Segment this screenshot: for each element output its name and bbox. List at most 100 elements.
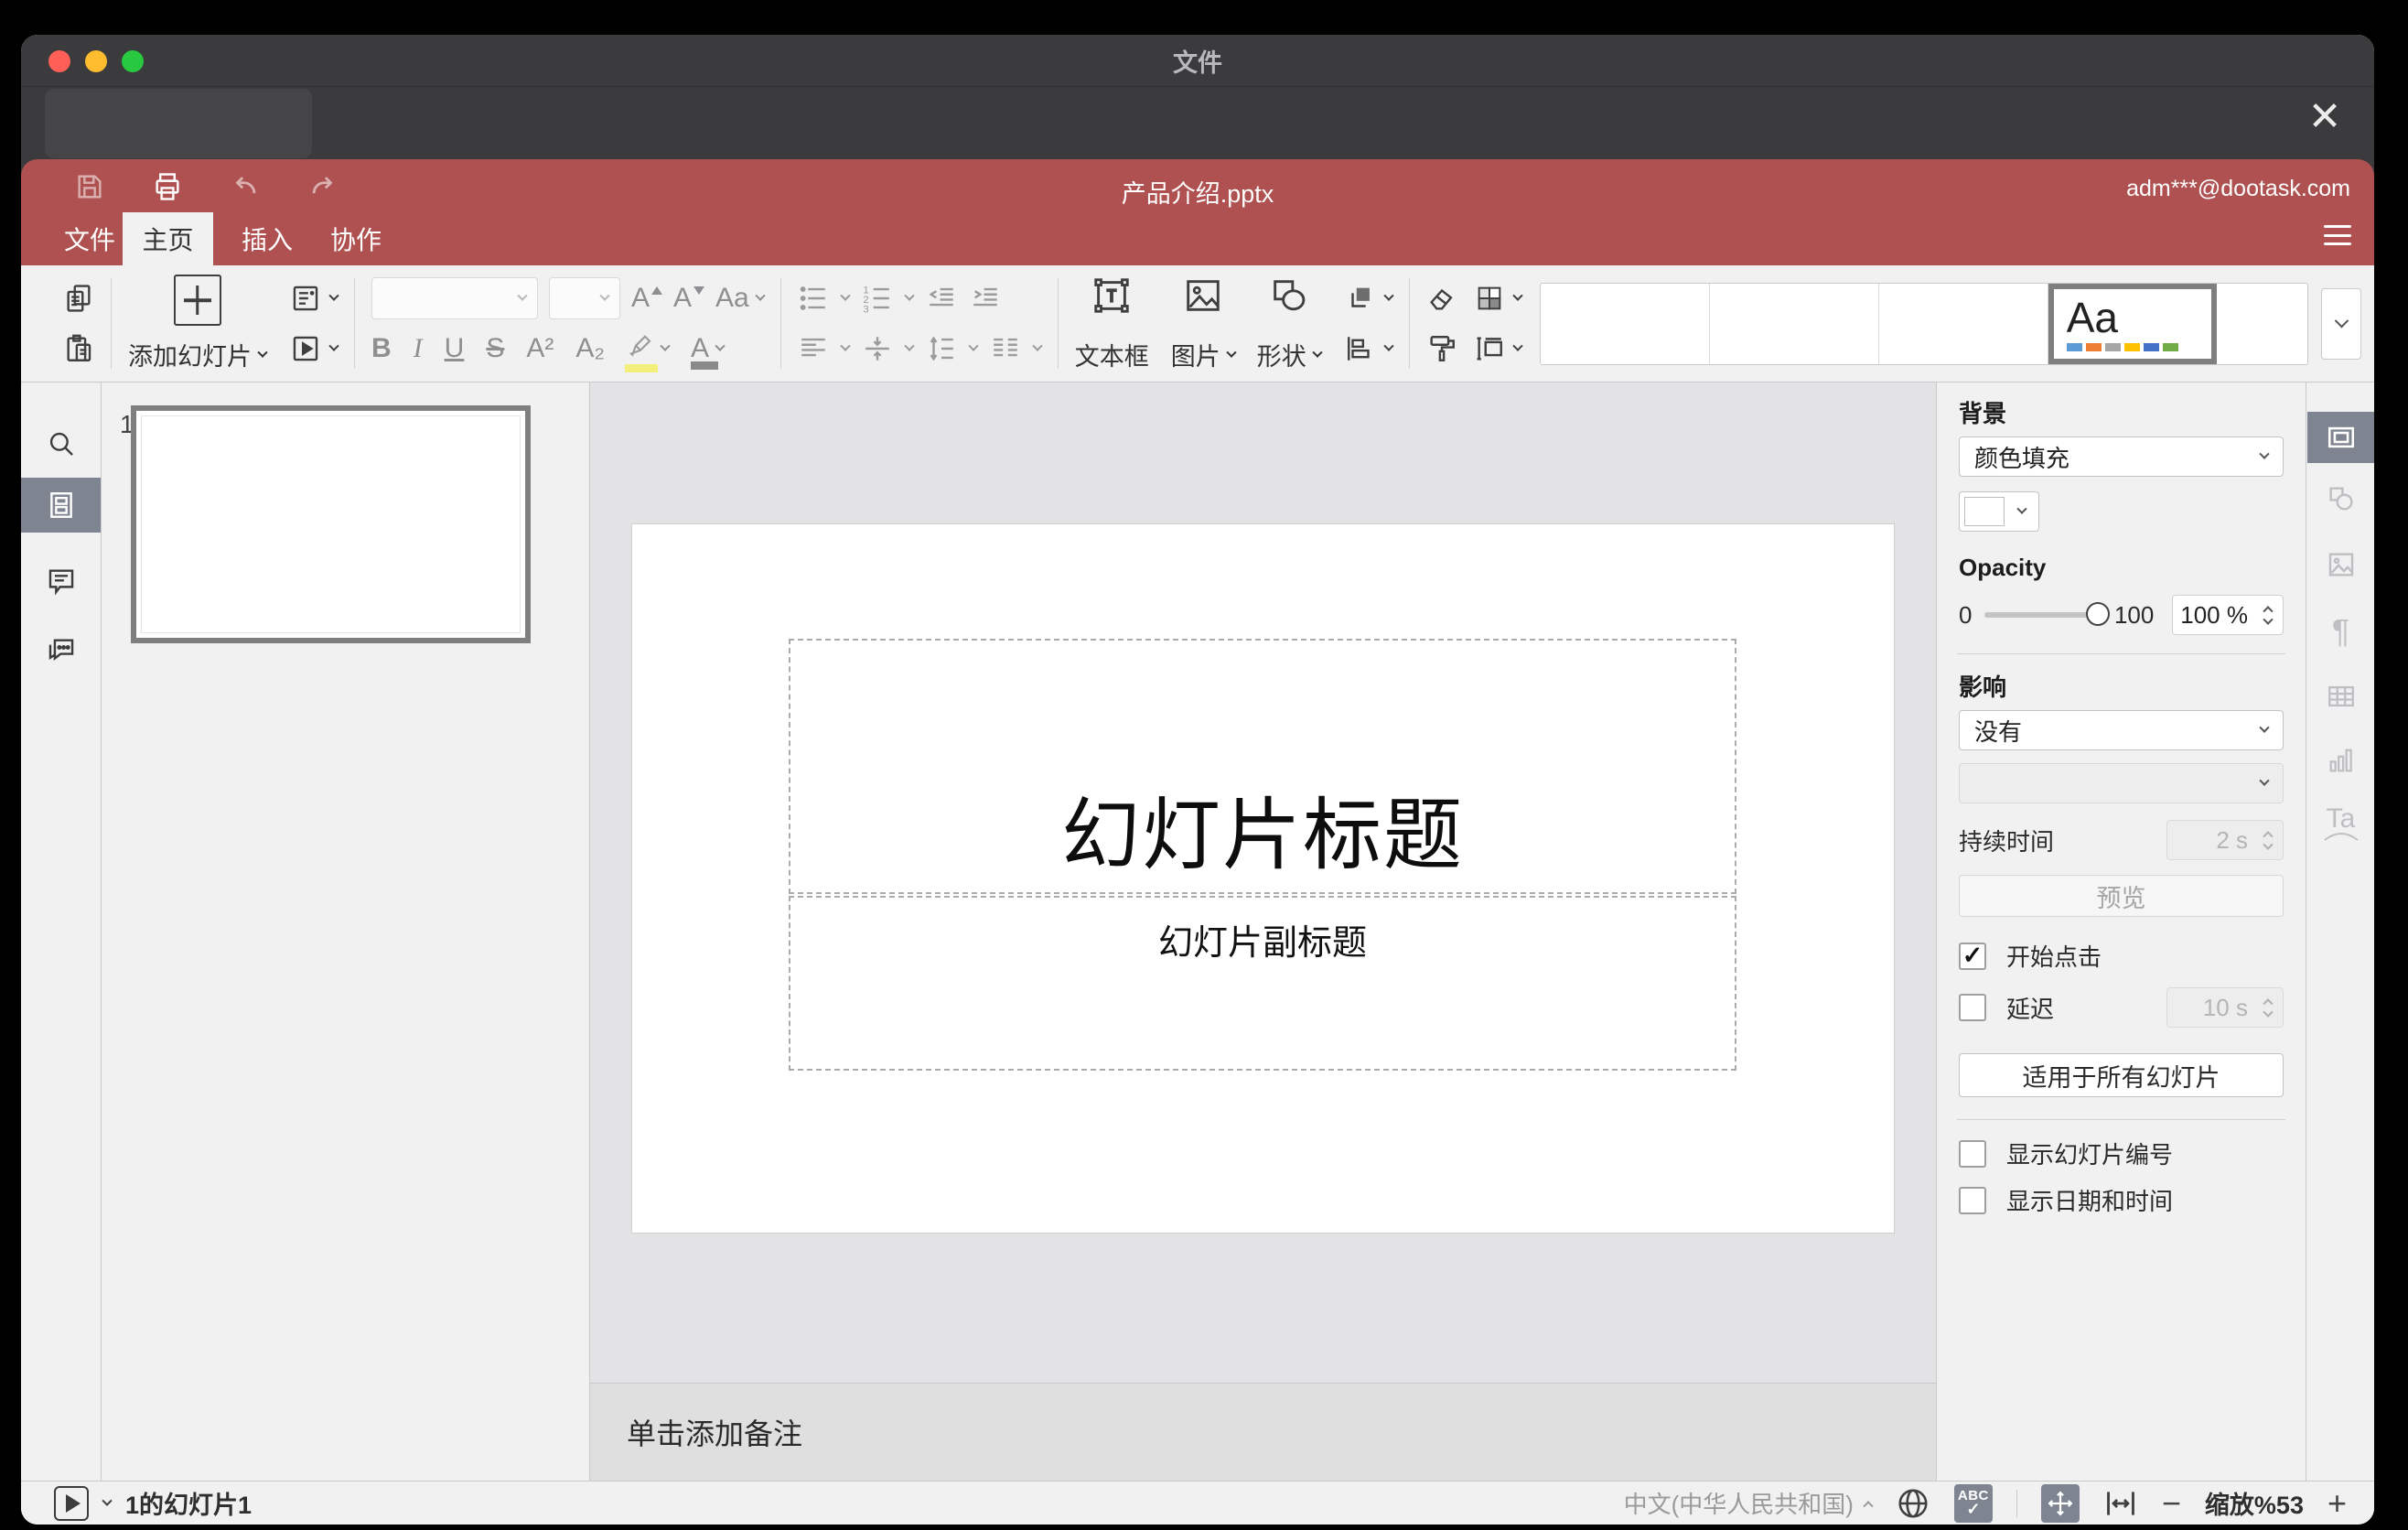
fill-color-button[interactable] — [1959, 491, 2039, 532]
theme-gallery-expand-button[interactable] — [2321, 287, 2361, 360]
spinner-down-icon[interactable] — [2263, 614, 2274, 625]
tab-file[interactable]: 文件 — [57, 212, 123, 265]
tab-insert[interactable]: 插入 — [234, 212, 300, 265]
shape-settings-button[interactable] — [2307, 483, 2374, 514]
color-scheme-icon[interactable] — [1474, 283, 1505, 314]
textbox-button[interactable]: 文本框 — [1075, 273, 1149, 374]
title-placeholder[interactable]: 幻灯片标题 — [789, 639, 1736, 894]
slide-surface[interactable]: 幻灯片标题 幻灯片副标题 — [631, 523, 1895, 1234]
slide-thumbnail-selected[interactable] — [131, 405, 531, 643]
effect-select[interactable]: 没有 — [1959, 710, 2284, 750]
columns-icon[interactable] — [990, 333, 1021, 364]
start-slideshow-icon[interactable] — [290, 333, 321, 364]
apply-to-all-slides-button[interactable]: 适用于所有幻灯片 — [1959, 1053, 2284, 1097]
close-editor-button[interactable]: ✕ — [2297, 89, 2352, 144]
decrease-font-button[interactable]: A — [673, 285, 705, 312]
theme-thumbnail[interactable] — [1878, 283, 2048, 364]
clear-style-icon[interactable] — [1426, 283, 1457, 314]
increase-font-button[interactable]: A — [631, 285, 663, 312]
paste-icon[interactable] — [63, 333, 94, 364]
font-color-button[interactable]: A — [691, 335, 726, 370]
start-preview-button[interactable] — [54, 1485, 89, 1521]
menu-icon[interactable] — [2324, 225, 2351, 245]
chevron-down-icon[interactable] — [904, 340, 915, 351]
chevron-down-icon[interactable] — [904, 290, 915, 301]
delay-checkbox[interactable] — [1959, 994, 1986, 1021]
opacity-slider-knob[interactable] — [2085, 602, 2110, 626]
chat-button[interactable] — [21, 635, 101, 666]
increase-indent-icon[interactable] — [970, 283, 1001, 314]
numbered-list-icon[interactable]: 123 — [862, 283, 893, 314]
add-slide-button[interactable]: 添加幻灯片 — [128, 273, 268, 374]
font-name-select[interactable] — [371, 277, 538, 319]
theme-thumbnail[interactable] — [1540, 283, 1710, 364]
theme-thumbnail[interactable] — [1709, 283, 1879, 364]
horizontal-align-icon[interactable] — [798, 333, 829, 364]
strikethrough-button[interactable]: S — [486, 335, 504, 362]
copy-icon[interactable] — [63, 283, 94, 314]
slide-size-icon[interactable] — [1474, 333, 1505, 364]
show-slide-number-checkbox[interactable] — [1959, 1139, 1986, 1168]
bold-button[interactable]: B — [371, 335, 392, 362]
tab-home[interactable]: 主页 — [123, 212, 213, 265]
chevron-down-icon[interactable] — [1512, 340, 1523, 351]
chevron-down-icon[interactable] — [328, 340, 339, 351]
image-settings-button[interactable] — [2307, 549, 2374, 580]
italic-button[interactable]: I — [414, 335, 423, 362]
show-date-time-checkbox[interactable] — [1959, 1186, 1986, 1214]
highlight-color-button[interactable] — [625, 333, 671, 372]
chevron-down-icon[interactable] — [660, 340, 671, 351]
chevron-down-icon[interactable] — [1032, 340, 1043, 351]
start-on-click-checkbox[interactable]: ✓ — [1959, 942, 1986, 970]
chevron-down-icon[interactable] — [840, 340, 851, 351]
change-case-button[interactable]: Aa — [715, 285, 766, 312]
chart-settings-button[interactable] — [2307, 745, 2374, 776]
chevron-down-icon[interactable] — [328, 290, 339, 301]
chevron-down-icon[interactable] — [715, 340, 726, 351]
slide-settings-button[interactable] — [2307, 412, 2374, 463]
copy-style-icon[interactable] — [1426, 333, 1457, 364]
chevron-down-icon[interactable] — [1512, 290, 1523, 301]
table-settings-button[interactable] — [2307, 681, 2374, 712]
comments-button[interactable] — [21, 566, 101, 597]
chevron-down-icon[interactable] — [840, 290, 851, 301]
opacity-spinner[interactable]: 100 % — [2172, 595, 2284, 635]
bullet-list-icon[interactable] — [798, 283, 829, 314]
paragraph-settings-button[interactable]: ¶ — [2307, 615, 2374, 648]
font-size-select[interactable] — [549, 277, 620, 319]
theme-thumbnail[interactable] — [2216, 283, 2307, 364]
fit-to-slide-button[interactable] — [2040, 1483, 2080, 1523]
editing-canvas[interactable]: 幻灯片标题 幻灯片副标题 — [590, 382, 1936, 1383]
language-selector[interactable]: 中文(中华人民共和国) — [1624, 1486, 1874, 1520]
line-spacing-icon[interactable] — [926, 333, 957, 364]
spellcheck-toggle[interactable]: ABC ✓ — [1953, 1483, 1993, 1523]
chevron-down-icon[interactable] — [257, 347, 268, 358]
subtitle-placeholder[interactable]: 幻灯片副标题 — [789, 896, 1736, 1071]
superscript-button[interactable]: A² — [526, 335, 554, 362]
set-language-icon[interactable] — [1896, 1486, 1930, 1521]
zoom-in-button[interactable]: + — [2327, 1486, 2347, 1520]
chevron-down-icon[interactable] — [1312, 347, 1323, 358]
chevron-down-icon[interactable] — [102, 1495, 113, 1506]
underline-button[interactable]: U — [445, 335, 465, 362]
align-shapes-icon[interactable] — [1345, 333, 1376, 364]
chevron-down-icon[interactable] — [1383, 340, 1394, 351]
opacity-slider[interactable] — [1984, 602, 2110, 626]
chevron-down-icon[interactable] — [755, 290, 766, 301]
tab-collaboration[interactable]: 协作 — [322, 212, 390, 265]
fit-to-width-icon[interactable] — [2103, 1486, 2138, 1521]
zoom-out-button[interactable]: − — [2162, 1486, 2181, 1520]
shape-button[interactable]: 形状 — [1257, 273, 1323, 374]
theme-thumbnail-selected[interactable]: Aa — [2048, 283, 2217, 364]
chevron-down-icon[interactable] — [1226, 347, 1237, 358]
image-button[interactable]: 图片 — [1171, 273, 1237, 374]
slide-layout-icon[interactable] — [290, 283, 321, 314]
textart-settings-button[interactable]: Ta — [2307, 805, 2374, 841]
decrease-indent-icon[interactable] — [926, 283, 957, 314]
search-button[interactable] — [21, 428, 101, 459]
arrange-shapes-icon[interactable] — [1345, 283, 1376, 314]
notes-area[interactable]: 单击添加备注 — [590, 1383, 1936, 1481]
chevron-down-icon[interactable] — [1383, 290, 1394, 301]
chevron-down-icon[interactable] — [968, 340, 979, 351]
vertical-align-icon[interactable] — [862, 333, 893, 364]
